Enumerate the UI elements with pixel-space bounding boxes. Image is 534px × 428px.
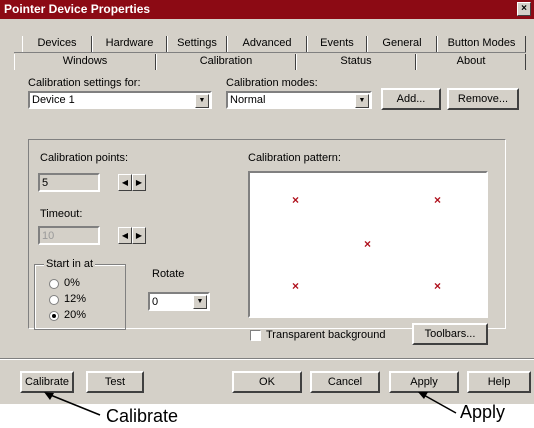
annotation-apply: Apply bbox=[460, 402, 506, 422]
dialog-window: Pointer Device Properties × Devices Hard… bbox=[0, 0, 534, 428]
annotation-calibrate: Calibrate bbox=[106, 406, 179, 426]
annotation-arrows bbox=[44, 392, 457, 416]
